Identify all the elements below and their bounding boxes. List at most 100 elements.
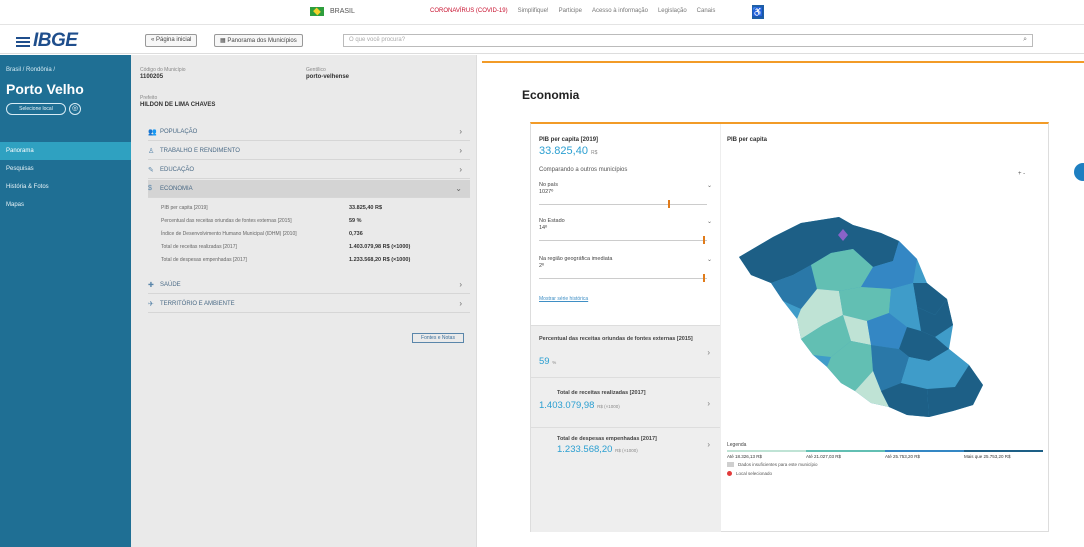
card-receitas-externas[interactable]: Percentual das receitas oriundas de font…: [531, 325, 720, 377]
compare-label: Comparando a outros municípios: [539, 167, 628, 173]
row-value: 1.403.079,98 R$ (×1000): [349, 244, 411, 250]
row-value: 33.825,40 R$: [349, 205, 383, 211]
ibge-logo[interactable]: IBGE: [16, 30, 78, 52]
select-location-button[interactable]: Selecione local: [6, 103, 66, 115]
rank-state-marker: [703, 236, 706, 244]
code-label: Código do Município: [140, 67, 186, 73]
rank-country-slider[interactable]: [539, 204, 707, 205]
legend-range-2: Até 21.027,03 R$: [806, 454, 842, 459]
rank-region-label: Na região geográfica imediata 2º: [539, 256, 612, 270]
section-label: EDUCAÇÃO: [160, 167, 195, 173]
rank-state-slider[interactable]: [539, 240, 707, 241]
sidebar-item-historia[interactable]: História & Fotos: [0, 178, 131, 196]
card-number: 59: [539, 356, 550, 367]
indicator-card: PIB per capita [2019] 33.825,40 R$ Compa…: [530, 122, 1049, 532]
rank-state-label: No Estado 14º: [539, 218, 565, 232]
main-content: Economia PIB per capita [2019] 33.825,40…: [477, 55, 1084, 547]
economy-icon: $: [148, 185, 152, 192]
rank-region-marker: [703, 274, 706, 282]
section-label: ECONOMIA: [160, 186, 193, 192]
pib-value: 33.825,40 R$: [539, 145, 597, 157]
health-icon: ✚: [148, 282, 154, 289]
no-data-swatch: [727, 462, 734, 467]
search-input[interactable]: O que você procura? ⌕: [343, 34, 1033, 47]
row-label: Índice de Desenvolvimento Humano Municip…: [161, 231, 297, 237]
card-value: 1.233.568,20 R$ (×1000): [557, 444, 638, 455]
search-icon[interactable]: ⌕: [1023, 36, 1027, 44]
search-placeholder: O que você procura?: [349, 37, 406, 43]
row-value: 1.233.568,20 R$ (×1000): [349, 257, 411, 263]
gov-link-legislacao[interactable]: Legislação: [658, 8, 687, 14]
section-saude[interactable]: ✚ SAÚDE ›: [148, 276, 470, 294]
slider-label: No país: [539, 182, 558, 188]
economy-row-despesas[interactable]: Total de despesas empenhadas [2017] 1.233…: [161, 257, 461, 268]
gov-link-covid[interactable]: CORONAVÍRUS (COVID-19): [430, 8, 508, 14]
section-territorio[interactable]: ✈ TERRITÓRIO E AMBIENTE ›: [148, 295, 470, 313]
accent-rule: [482, 61, 1084, 63]
gov-link-canais[interactable]: Canais: [697, 8, 716, 14]
slider-value: 1027º: [539, 189, 554, 195]
card-despesas[interactable]: Total de despesas empenhadas [2017] 1.23…: [531, 427, 720, 532]
mosaic-button-label: Panorama dos Municípios: [227, 38, 297, 44]
history-series-link[interactable]: Mostrar série histórica: [539, 296, 588, 302]
pib-title: PIB per capita [2019]: [539, 137, 599, 143]
ibge-stripes-icon: [16, 35, 30, 47]
sidebar: Brasil / Rondônia / Porto Velho Selecion…: [0, 55, 131, 547]
worker-icon: ♙: [148, 148, 155, 155]
section-label: POPULAÇÃO: [160, 129, 198, 135]
section-trabalho[interactable]: ♙ TRABALHO E RENDIMENTO ›: [148, 142, 470, 160]
rank-region-slider[interactable]: [539, 278, 707, 279]
chevron-down-icon[interactable]: ⌄: [707, 218, 712, 225]
mayor-value: HILDON DE LIMA CHAVES: [140, 102, 216, 108]
map-panel: PIB per capita + - Legenda Até 18.326,13…: [720, 124, 1048, 532]
choropleth-map[interactable]: [721, 179, 1049, 439]
section-populacao[interactable]: 👥 POPULAÇÃO ›: [148, 123, 470, 141]
legend-swatch-3: [885, 450, 964, 452]
zoom-controls[interactable]: + -: [1018, 171, 1025, 177]
map-title: PIB per capita: [727, 137, 768, 143]
economy-row-receitas-externas[interactable]: Percentual das receitas oriundas de font…: [161, 218, 461, 229]
chevron-right-icon: ›: [459, 127, 462, 136]
economy-row-idhm[interactable]: Índice de Desenvolvimento Humano Municip…: [161, 231, 461, 242]
gov-brand[interactable]: BRASIL: [310, 7, 355, 16]
home-button[interactable]: « Página inicial: [145, 34, 198, 47]
mosaic-button[interactable]: ▦ Panorama dos Municípios: [214, 34, 303, 47]
map-legend: Legenda Até 18.326,13 R$ Até 21.027,03 R…: [727, 442, 1043, 476]
gov-link-simplifique[interactable]: Simplifique!: [518, 8, 549, 14]
sources-notes-button[interactable]: Fontes e Notas: [412, 333, 464, 343]
row-label: Percentual das receitas oriundas de font…: [161, 218, 292, 224]
gov-links: CORONAVÍRUS (COVID-19) Simplifique! Part…: [430, 8, 715, 14]
gov-link-acesso[interactable]: Acesso à informação: [592, 8, 648, 14]
section-economia[interactable]: $ ECONOMIA ⌄: [148, 180, 470, 198]
economy-row-pib[interactable]: PIB per capita [2019] 33.825,40 R$: [161, 205, 461, 216]
pib-unit: R$: [591, 150, 598, 156]
chevron-right-icon: ›: [459, 165, 462, 174]
chevron-right-icon: ›: [707, 440, 710, 449]
card-value: 59 %: [539, 356, 556, 367]
chevron-down-icon: ⌄: [455, 184, 462, 193]
sidebar-item-pesquisas[interactable]: Pesquisas: [0, 160, 131, 178]
legend-title: Legenda: [727, 442, 747, 448]
card-unit: %: [552, 360, 557, 365]
gov-link-participe[interactable]: Participe: [559, 8, 582, 14]
card-title: Total de receitas realizadas [2017]: [557, 390, 646, 396]
chevron-down-icon[interactable]: ⌄: [707, 182, 712, 189]
location-target-icon[interactable]: ◎: [69, 103, 81, 115]
slider-label: Na região geográfica imediata: [539, 256, 613, 262]
breadcrumb[interactable]: Brasil / Rondônia /: [6, 67, 55, 73]
accessibility-icon[interactable]: ♿: [752, 5, 764, 19]
card-receitas[interactable]: Total de receitas realizadas [2017] 1.40…: [531, 377, 720, 427]
row-label: PIB per capita [2019]: [161, 205, 208, 211]
section-educacao[interactable]: ✎ EDUCAÇÃO ›: [148, 161, 470, 179]
pib-number: 33.825,40: [539, 145, 588, 157]
code-value: 1100205: [140, 74, 164, 80]
sidebar-item-mapas[interactable]: Mapas: [0, 196, 131, 214]
economy-row-receitas[interactable]: Total de receitas realizadas [2017] 1.403…: [161, 244, 461, 255]
sidebar-item-panorama[interactable]: Panorama: [0, 142, 131, 160]
section-label: TERRITÓRIO E AMBIENTE: [160, 301, 235, 307]
row-label: Total de receitas realizadas [2017]: [161, 244, 237, 250]
card-unit: R$ (×1000): [615, 448, 638, 453]
chevron-down-icon[interactable]: ⌄: [707, 256, 712, 263]
gov-label: BRASIL: [330, 8, 355, 15]
gentilic-label: Gentílico: [306, 67, 326, 73]
